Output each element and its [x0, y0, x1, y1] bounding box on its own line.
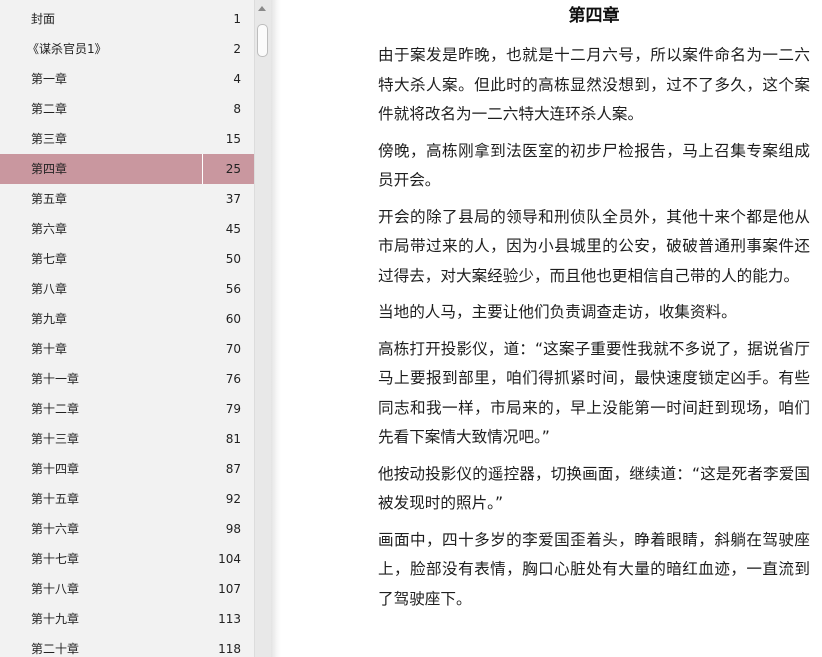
toc-item[interactable]: 第二十章 118	[0, 634, 255, 657]
toc-item[interactable]: 第六章 45	[0, 214, 255, 244]
toc-item[interactable]: 第十六章 98	[0, 514, 255, 544]
toc-item-page-number: 104	[218, 552, 241, 566]
toc-item[interactable]: 第十一章 76	[0, 364, 255, 394]
toc-item[interactable]: 第十八章 107	[0, 574, 255, 604]
toc-item[interactable]: 第五章 37	[0, 184, 255, 214]
toc-item-title: 第六章	[31, 222, 68, 236]
toc-item-page-number: 92	[225, 492, 241, 506]
toc-item[interactable]: 第十三章 81	[0, 424, 255, 454]
toc-item-title: 第十章	[31, 342, 68, 356]
toc-item-page-number: 70	[225, 342, 241, 356]
toc-item-title: 第十三章	[31, 432, 80, 446]
toc-item-title: 第十六章	[31, 522, 80, 536]
toc-item[interactable]: 第七章 50	[0, 244, 255, 274]
toc-item-page-number: 98	[225, 522, 241, 536]
toc-item[interactable]: 第十五章 92	[0, 484, 255, 514]
toc-item-title: 第九章	[31, 312, 68, 326]
toc-item-page-number: 118	[218, 642, 241, 656]
panel-divider[interactable]	[271, 0, 281, 657]
toc-item-title: 第三章	[31, 132, 68, 146]
toc-item-title: 第四章	[31, 162, 68, 176]
toc-item-page-number: 45	[225, 222, 241, 236]
toc-item-title: 第十四章	[31, 462, 80, 476]
toc-item-page-number: 1	[233, 12, 241, 26]
chapter-paragraph: 他按动投影仪的遥控器，切换画面，继续道：“这是死者李爱国被发现时的照片。”	[378, 464, 810, 513]
toc-item-title: 第七章	[31, 252, 68, 266]
toc-item-page-number: 8	[233, 102, 241, 116]
toc-item-page-number: 79	[225, 402, 241, 416]
toc-item[interactable]: 第二章 8	[0, 94, 255, 124]
toc-item[interactable]: 第十四章 87	[0, 454, 255, 484]
toc-item-page-number: 50	[225, 252, 241, 266]
scrollbar-thumb[interactable]	[257, 24, 268, 57]
toc-item-page-number: 76	[225, 372, 241, 386]
toc-item-title: 第二章	[31, 102, 68, 116]
toc-item-title: 第十五章	[31, 492, 80, 506]
toc-item-title: 封面	[31, 12, 56, 26]
chapter-paragraph: 当地的人马，主要让他们负责调查走访，收集资料。	[378, 303, 737, 321]
toc-list: 封面 1 《谋杀官员1》 2 第一章 4 第二章 8 第三章 15 第四章 25 第五章 37 第六章 45 第…	[0, 4, 255, 657]
toc-item-title: 第一章	[31, 72, 68, 86]
toc-item[interactable]: 第三章 15	[0, 124, 255, 154]
toc-item-title: 第五章	[31, 192, 68, 206]
toc-item[interactable]: 第十九章 113	[0, 604, 255, 634]
toc-item-page-number: 37	[225, 192, 241, 206]
toc-item[interactable]: 第九章 60	[0, 304, 255, 334]
toc-item-title: 第二十章	[31, 642, 80, 656]
toc-item-title: 第十七章	[31, 552, 80, 566]
toc-item-title: 第八章	[31, 282, 68, 296]
toc-item-title: 第十二章	[31, 402, 80, 416]
toc-item-page-number: 4	[233, 72, 241, 86]
toc-item[interactable]: 第十七章 104	[0, 544, 255, 574]
toc-item-page-number: 107	[218, 582, 241, 596]
toc-scrollbar[interactable]	[254, 0, 271, 657]
toc-item[interactable]: 第十章 70	[0, 334, 255, 364]
toc-item-page-number: 113	[218, 612, 241, 626]
toc-item-title: 第十九章	[31, 612, 80, 626]
toc-item-title: 《谋杀官员1》	[27, 42, 107, 56]
chapter-paragraph: 由于案发是昨晚，也就是十二月六号，所以案件命名为一二六特大杀人案。但此时的高栋显…	[378, 46, 810, 123]
toc-item[interactable]: 封面 1	[0, 4, 255, 34]
toc-item[interactable]: 第十二章 79	[0, 394, 255, 424]
toc-item-page-number: 87	[225, 462, 241, 476]
chapter-title: 第四章	[568, 6, 620, 26]
toc-item[interactable]: 《谋杀官员1》 2	[0, 34, 255, 64]
chapter-paragraph: 傍晚，高栋刚拿到法医室的初步尸检报告，马上召集专案组成员开会。	[378, 141, 810, 190]
toc-item[interactable]: 第一章 4	[0, 64, 255, 94]
chapter-paragraph: 高栋打开投影仪，道：“这案子重要性我就不多说了，据说省厅马上要报到部里，咱们得抓…	[378, 339, 810, 447]
chapter-paragraph: 开会的除了县局的领导和刑侦队全员外，其他十来个都是他从市局带过来的人，因为小县城…	[378, 207, 810, 285]
toc-item-title: 第十一章	[31, 372, 80, 386]
toc-item[interactable]: 第八章 56	[0, 274, 255, 304]
toc-item[interactable]: 第四章 25	[0, 154, 255, 184]
toc-item-page-number: 60	[225, 312, 241, 326]
chapter-paragraph: 画面中，四十多岁的李爱国歪着头，睁着眼睛，斜躺在驾驶座上，脸部没有表情，胸口心脏…	[378, 530, 810, 608]
toc-item-page-number: 2	[233, 42, 241, 56]
toc-item-page-number: 56	[225, 282, 241, 296]
toc-item-page-number: 25	[225, 162, 241, 176]
table-of-contents-panel: 封面 1 《谋杀官员1》 2 第一章 4 第二章 8 第三章 15 第四章 25 第五章 37 第六章 45 第…	[0, 0, 255, 657]
toc-item-title: 第十八章	[31, 582, 80, 596]
chapter-body: 由于案发是昨晚，也就是十二月六号，所以案件命名为一二六特大杀人案。但此时的高栋显…	[378, 41, 810, 621]
scroll-up-arrow-icon[interactable]	[258, 6, 266, 11]
toc-item-page-number: 81	[225, 432, 241, 446]
toc-item-page-number: 15	[225, 132, 241, 146]
